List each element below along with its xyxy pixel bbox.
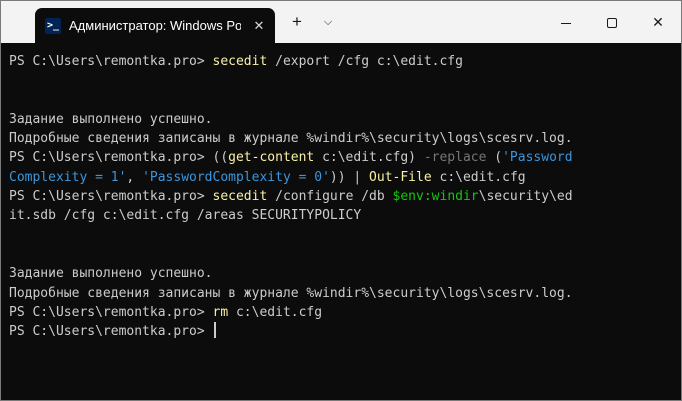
- console-line: PS C:\Users\remontka.pro> secedit /expor…: [9, 52, 681, 71]
- close-tab-icon[interactable]: ✕: [249, 16, 269, 36]
- tab-title: Администратор: Windows Po: [69, 18, 241, 33]
- command-args: /configure /db: [267, 189, 393, 205]
- console-line[interactable]: PS C:\Users\remontka.pro>: [9, 322, 681, 341]
- string-literal: 'PasswordComplexity = 0': [142, 169, 330, 185]
- terminal-window: >_ Администратор: Windows Po ✕ + ⌵ ✕ PS …: [0, 0, 682, 401]
- console-output[interactable]: PS C:\Users\remontka.pro> secedit /expor…: [1, 43, 681, 400]
- command-args: it.sdb /cfg c:\edit.cfg /areas SECURITYP…: [9, 208, 362, 224]
- minimize-button[interactable]: [543, 1, 589, 43]
- tab-administrator-powershell[interactable]: >_ Администратор: Windows Po ✕: [35, 8, 275, 43]
- command-args: c:\edit.cfg: [228, 304, 323, 320]
- command-args: \security\ed: [478, 189, 573, 205]
- log-message: Подробные сведения записаны в журнале %w…: [9, 131, 573, 147]
- prompt: PS C:\Users\remontka.pro>: [9, 150, 213, 166]
- string-literal: 'Password: [502, 150, 573, 166]
- command-args: c:\edit.cfg: [431, 169, 526, 185]
- command-name: secedit: [212, 54, 268, 69]
- success-message: Задание выполнено успешно.: [9, 266, 213, 282]
- success-message: Задание выполнено успешно.: [9, 111, 213, 127]
- console-line: PS C:\Users\remontka.pro> rm c:\edit.cfg: [9, 303, 681, 322]
- command-name: rm: [212, 304, 229, 320]
- command-name: secedit: [212, 189, 268, 205]
- output-line: Подробные сведения записаны в журнале %w…: [9, 129, 681, 148]
- text-cursor: [213, 322, 216, 339]
- console-line-wrap: Complexity = 1', 'PasswordComplexity = 0…: [9, 168, 681, 187]
- paren: ((: [212, 150, 229, 166]
- command-name: Out-File: [369, 169, 432, 185]
- new-tab-button[interactable]: +: [283, 8, 311, 36]
- string-literal: Complexity = 1': [9, 169, 127, 185]
- parameter: -replace: [423, 150, 487, 166]
- prompt: PS C:\Users\remontka.pro>: [9, 54, 213, 69]
- console-line: PS C:\Users\remontka.pro> ((get-content …: [9, 148, 681, 167]
- maximize-button[interactable]: [589, 1, 635, 43]
- prompt: PS C:\Users\remontka.pro>: [9, 304, 213, 320]
- prompt: PS C:\Users\remontka.pro>: [9, 324, 213, 340]
- console-line-wrap: it.sdb /cfg c:\edit.cfg /areas SECURITYP…: [9, 206, 681, 225]
- close-icon: ✕: [652, 14, 664, 30]
- powershell-icon: >_: [45, 18, 61, 34]
- title-bar[interactable]: >_ Администратор: Windows Po ✕ + ⌵ ✕: [1, 1, 681, 43]
- tab-dropdown-button[interactable]: ⌵: [315, 8, 341, 36]
- comma: ,: [126, 169, 143, 185]
- command-name: get-content: [228, 150, 315, 166]
- output-line: Задание выполнено успешно.: [9, 264, 681, 283]
- variable: $env:windir: [392, 189, 479, 205]
- close-window-button[interactable]: ✕: [635, 1, 681, 43]
- prompt: PS C:\Users\remontka.pro>: [9, 189, 213, 205]
- output-line: Задание выполнено успешно.: [9, 110, 681, 129]
- console-line: PS C:\Users\remontka.pro> secedit /confi…: [9, 187, 681, 206]
- chevron-down-icon: ⌵: [323, 16, 333, 28]
- log-message: Подробные сведения записаны в журнале %w…: [9, 285, 573, 301]
- output-line: Подробные сведения записаны в журнале %w…: [9, 284, 681, 303]
- command-args: /export /cfg c:\edit.cfg: [267, 54, 463, 69]
- plus-icon: +: [292, 12, 302, 31]
- command-args: c:\edit.cfg): [314, 150, 424, 166]
- pipe: )) |: [329, 169, 370, 185]
- maximize-icon: [607, 18, 617, 29]
- paren: (: [486, 150, 503, 166]
- minimize-icon: [561, 22, 571, 24]
